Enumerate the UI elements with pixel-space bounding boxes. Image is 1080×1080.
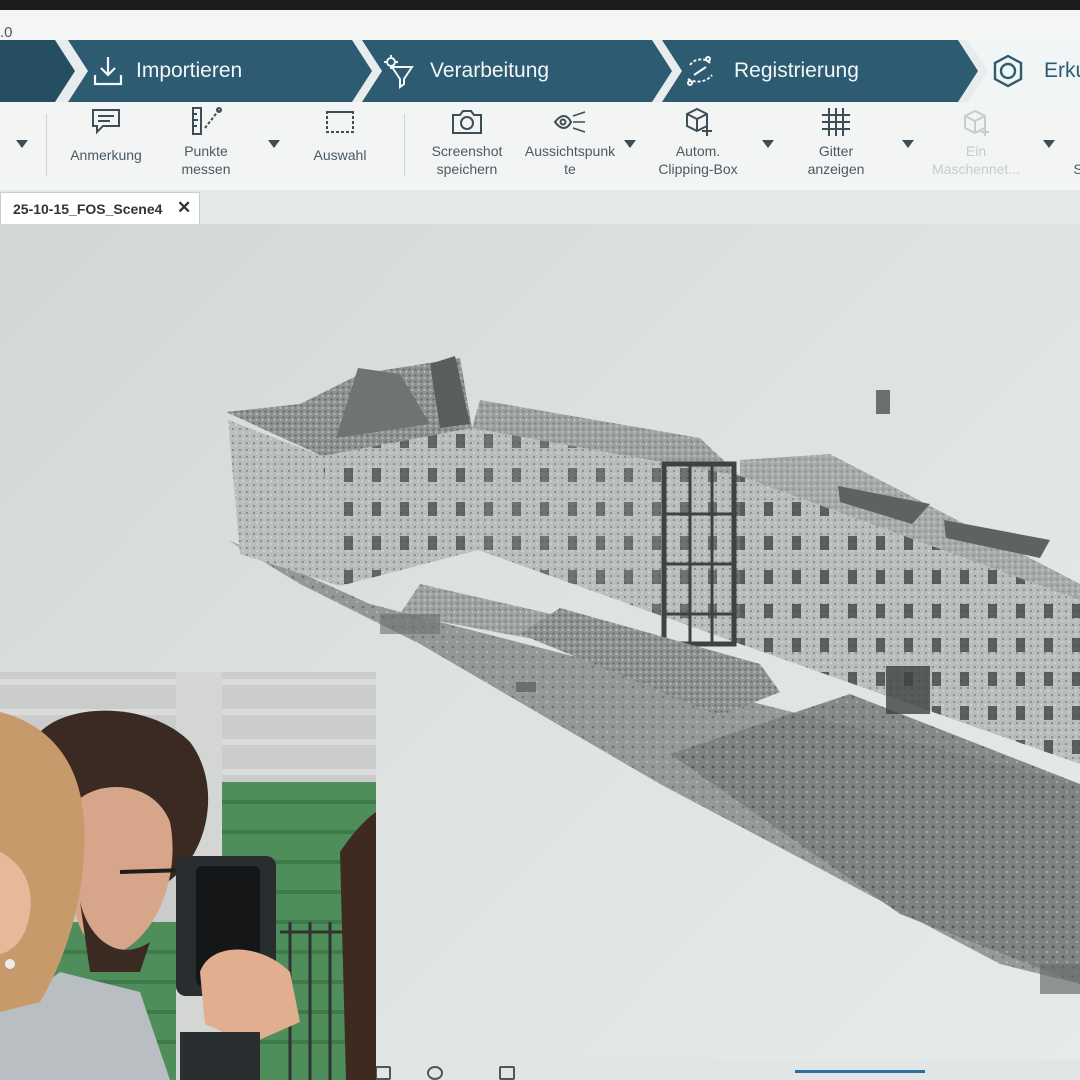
version-label: .0 xyxy=(0,24,13,41)
main-toolbar: Anmerkung Punkte messen Auswahl Screensh… xyxy=(0,102,1080,191)
save-screenshot-button[interactable]: Screenshot speichern xyxy=(426,106,508,178)
document-tab[interactable]: 25-10-15_FOS_Scene4 ✕ xyxy=(0,192,200,224)
toolbar-separator xyxy=(46,114,47,176)
show-grid-button[interactable]: Gitter anzeigen xyxy=(798,106,874,178)
workflow-step-label: Registrierung xyxy=(734,59,859,82)
chevron-down-icon[interactable] xyxy=(624,140,636,148)
workflow-step-registration[interactable]: Registrierung xyxy=(662,40,978,102)
workflow-step-previous[interactable] xyxy=(0,40,75,102)
bottom-toolbar xyxy=(375,1060,1080,1080)
toolbar-icon[interactable] xyxy=(427,1066,443,1080)
speech-bubble-icon xyxy=(92,109,120,135)
toolbar-icon[interactable] xyxy=(499,1066,515,1080)
close-icon[interactable]: ✕ xyxy=(177,198,191,218)
selection-rectangle-icon xyxy=(326,111,354,133)
toolbar-partial-button[interactable]: S xyxy=(1068,160,1080,178)
toolbar-separator xyxy=(404,114,405,176)
title-bar: .0 xyxy=(0,10,1080,41)
chevron-down-icon[interactable] xyxy=(268,140,280,148)
document-tab-title: 25-10-15_FOS_Scene4 xyxy=(13,201,163,217)
workflow-ribbon: Importieren Verarbeitung Registrierung E… xyxy=(0,40,1080,102)
viewpoint-icon xyxy=(553,111,586,133)
annotation-button[interactable]: Anmerkung xyxy=(66,106,146,164)
people-photo xyxy=(0,672,376,1080)
import-icon xyxy=(90,53,126,89)
chevron-down-icon[interactable] xyxy=(16,140,28,148)
mesh-icon xyxy=(964,109,989,136)
workflow-step-explore[interactable]: Erku xyxy=(968,40,1080,102)
grid-icon xyxy=(822,108,850,136)
registration-icon xyxy=(682,53,718,89)
chevron-down-icon[interactable] xyxy=(762,140,774,148)
processing-filter-icon xyxy=(380,53,416,89)
auto-clipping-box-button[interactable]: Autom. Clipping-Box xyxy=(652,106,744,178)
measure-points-icon xyxy=(192,107,222,135)
workflow-step-import[interactable]: Importieren xyxy=(68,40,372,102)
workflow-step-processing[interactable]: Verarbeitung xyxy=(362,40,672,102)
toolbar-icon[interactable] xyxy=(375,1066,391,1080)
measure-points-button[interactable]: Punkte messen xyxy=(166,106,246,178)
viewpoints-button[interactable]: Aussichtspunk te xyxy=(522,106,618,178)
document-tab-strip: 25-10-15_FOS_Scene4 ✕ xyxy=(0,190,1080,225)
workflow-step-label: Erku xyxy=(1044,59,1076,82)
photo-inset xyxy=(0,672,376,1080)
monitor-bezel xyxy=(0,0,1080,10)
chevron-down-icon[interactable] xyxy=(902,140,914,148)
create-mesh-button[interactable]: Ein Maschennet... xyxy=(926,106,1026,178)
workflow-step-label: Verarbeitung xyxy=(430,59,550,82)
camera-icon xyxy=(452,110,482,134)
active-indicator xyxy=(795,1070,925,1073)
chevron-down-icon[interactable] xyxy=(1043,140,1055,148)
selection-button[interactable]: Auswahl xyxy=(300,106,380,164)
explore-hexagon-icon xyxy=(990,53,1026,89)
workflow-step-label: Importieren xyxy=(136,59,243,82)
clipping-box-icon xyxy=(686,107,712,136)
